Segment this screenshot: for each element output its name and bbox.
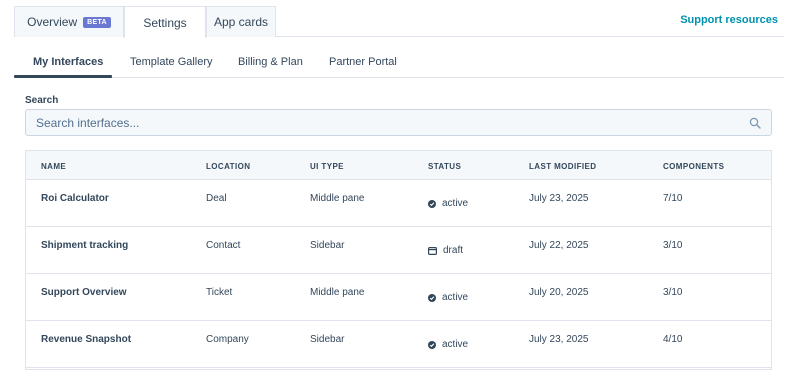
draft-icon [428,246,437,255]
table-row[interactable]: Revenue Snapshot Company Sidebar active … [26,321,771,368]
search-input[interactable] [26,110,771,135]
table-row[interactable]: Shipment tracking Contact Sidebar draft … [26,227,771,274]
components-cell: 7/10 [663,193,683,204]
tab-app-cards-label: App cards [213,15,269,29]
table-header: NAME LOCATION UI TYPE STATUS LAST MODIFI… [26,151,771,180]
components-cell: 4/10 [663,334,683,345]
last-modified-cell: July 20, 2025 [529,287,589,298]
ui-type-cell: Sidebar [310,240,345,251]
table-row[interactable]: Roi Calculator Deal Middle pane active J… [26,180,771,227]
location-cell: Contact [206,240,241,251]
last-modified-cell: July 23, 2025 [529,193,589,204]
status-text: draft [443,245,464,256]
location-cell: Company [206,334,249,345]
column-header-last-modified[interactable]: LAST MODIFIED [529,162,596,171]
status-badge: active [428,198,468,209]
subtab-partner-portal[interactable]: Partner Portal [329,56,397,68]
column-header-status[interactable]: STATUS [428,162,461,171]
interface-name[interactable]: Shipment tracking [41,240,128,251]
active-subtab-indicator [14,75,112,78]
check-circle-icon [428,199,436,208]
status-text: active [442,292,469,303]
status-badge: active [428,339,468,350]
interface-name[interactable]: Roi Calculator [41,193,109,204]
search-box [25,109,772,136]
tab-overview[interactable]: Overview BETA [14,6,124,37]
search-label: Search [25,95,59,106]
status-text: active [442,339,469,350]
interface-name[interactable]: Revenue Snapshot [41,334,131,345]
ui-type-cell: Sidebar [310,334,345,345]
location-cell: Ticket [206,287,233,298]
status-badge: active [428,292,468,303]
table-row[interactable]: Support Overview Ticket Middle pane acti… [26,274,771,321]
ui-type-cell: Middle pane [310,287,365,298]
tab-settings[interactable]: Settings [124,6,206,38]
ui-type-cell: Middle pane [310,193,365,204]
top-tab-bar: Overview BETA Settings App cards Support… [14,6,784,38]
check-circle-icon [428,340,436,349]
subtab-template-gallery[interactable]: Template Gallery [130,56,213,68]
sub-tab-bar: My Interfaces Template Gallery Billing &… [14,49,784,78]
status-badge: draft [428,245,463,256]
column-header-name[interactable]: NAME [41,162,66,171]
components-cell: 3/10 [663,287,683,298]
interface-name[interactable]: Support Overview [41,287,127,298]
status-text: active [442,198,469,209]
search-icon[interactable] [749,117,761,129]
beta-badge: BETA [83,16,111,28]
last-modified-cell: July 23, 2025 [529,334,589,345]
tab-overview-label: Overview [27,15,78,29]
interfaces-table: NAME LOCATION UI TYPE STATUS LAST MODIFI… [25,150,772,370]
last-modified-cell: July 22, 2025 [529,240,589,251]
components-cell: 3/10 [663,240,683,251]
tab-settings-label: Settings [143,15,187,30]
column-header-ui-type[interactable]: UI TYPE [310,162,344,171]
column-header-components[interactable]: COMPONENTS [663,162,724,171]
support-resources-link[interactable]: Support resources [680,14,778,26]
location-cell: Deal [206,193,227,204]
subtab-my-interfaces[interactable]: My Interfaces [33,56,103,68]
check-circle-icon [428,293,436,302]
column-header-location[interactable]: LOCATION [206,162,250,171]
subtab-billing-plan[interactable]: Billing & Plan [238,56,303,68]
tab-app-cards[interactable]: App cards [206,6,276,37]
